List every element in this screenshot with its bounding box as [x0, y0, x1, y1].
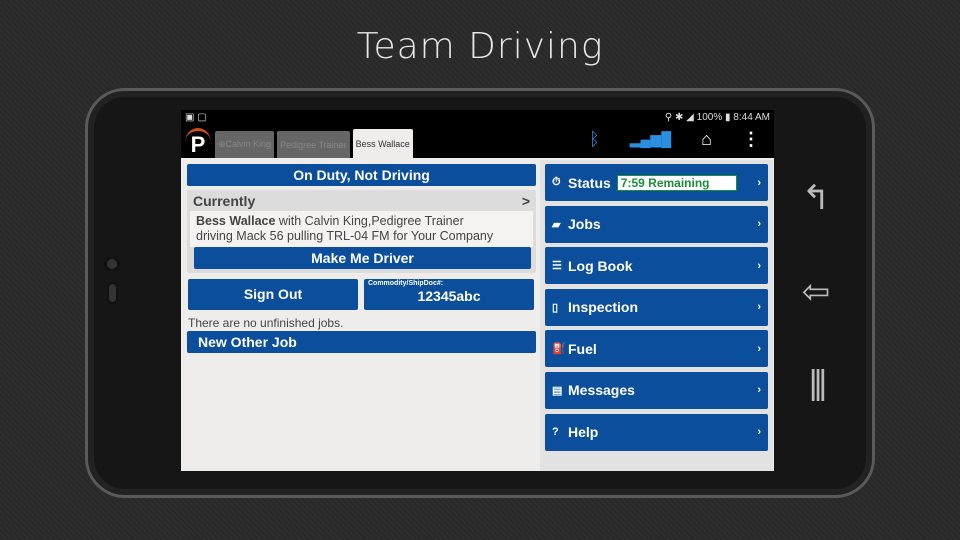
menu-messages[interactable]: ▤ Messages › [545, 371, 768, 409]
app-bar: P ⊕Calvin King Pedigree Trainer Bess Wal… [181, 125, 774, 158]
app-screen: ▣ ▢ ⚲ ✱ ◢ 100% ▮ 8:44 AM P ⊕Calvin King … [181, 110, 774, 471]
back-button-icon[interactable]: ⇦ [797, 272, 835, 312]
chevron-right-icon: › [757, 301, 761, 314]
right-menu: ⏱ Status 7:59 Remaining › ▰ Jobs › ☰ Log Book ›… [540, 160, 773, 471]
driver-info-text: with Calvin King,Pedigree Trainer [275, 214, 464, 228]
driver-info: Bess Wallace with Calvin King,Pedigree T… [190, 211, 533, 247]
tab-pedigree-trainer[interactable]: Pedigree Trainer [277, 131, 350, 158]
clock: 8:44 AM [733, 112, 770, 123]
tab-bess-wallace[interactable]: Bess Wallace [352, 129, 413, 158]
chevron-right-icon: › [757, 176, 761, 189]
menu-label: Messages [568, 382, 635, 399]
commodity-field[interactable]: Commodity/ShipDoc#: 12345abc [364, 279, 534, 310]
app-logo: P [185, 128, 211, 157]
menu-label: Inspection [568, 299, 639, 316]
tab-calvin-king[interactable]: ⊕Calvin King [215, 131, 275, 158]
briefcase-icon: ▰ [552, 218, 561, 231]
timer-icon: ⏱ [552, 176, 561, 188]
menu-fuel[interactable]: ⛽ Fuel › [545, 330, 768, 368]
menu-label: Status [568, 174, 611, 191]
currently-label: Currently [193, 193, 256, 209]
chevron-right-icon: › [757, 384, 761, 397]
list-icon: ☰ [552, 260, 562, 273]
home-icon[interactable]: ⌂ [701, 129, 712, 150]
recent-apps-icon[interactable]: ||| [797, 364, 835, 403]
help-icon: ? [552, 426, 559, 439]
bluetooth-icon[interactable]: ᛒ [589, 129, 600, 150]
driver-name: Bess Wallace [196, 214, 276, 228]
make-me-driver-button[interactable]: Make Me Driver [194, 247, 531, 269]
chevron-right-icon: > [521, 193, 530, 209]
menu-jobs[interactable]: ▰ Jobs › [545, 205, 768, 243]
menu-status[interactable]: ⏱ Status 7:59 Remaining › [545, 164, 768, 201]
new-other-job-button[interactable]: New Other Job [187, 331, 536, 353]
back-arrow-icon[interactable]: ↰ [797, 178, 835, 218]
signal-strength-icon: ▂▄▆█ [629, 131, 672, 147]
duty-status-button[interactable]: On Duty, Not Driving [187, 164, 536, 186]
signal-icons: ⚲ ✱ ◢ [664, 112, 697, 123]
menu-label: Jobs [568, 216, 601, 233]
commodity-label: Commodity/ShipDoc#: [368, 280, 444, 287]
fuel-pump-icon: ⛽ [552, 343, 566, 356]
battery-level: 100% [696, 112, 723, 123]
no-jobs-text: There are no unfinished jobs. [188, 316, 344, 330]
sign-out-button[interactable]: Sign Out [188, 279, 358, 310]
menu-help[interactable]: ? Help › [545, 413, 768, 451]
menu-log-book[interactable]: ☰ Log Book › [545, 247, 768, 285]
menu-label: Log Book [568, 257, 633, 274]
more-menu-icon[interactable]: ⋮ [742, 129, 760, 150]
commodity-value: 12345abc [417, 288, 481, 304]
menu-inspection[interactable]: ▯ Inspection › [545, 288, 768, 326]
chevron-right-icon: › [757, 426, 761, 439]
camera-icon [104, 256, 120, 272]
chevron-right-icon: › [757, 218, 761, 231]
menu-label: Fuel [568, 340, 597, 357]
chevron-right-icon: › [757, 259, 761, 272]
remaining-time: 7:59 Remaining [616, 174, 737, 191]
slide-title: Team Driving [356, 26, 604, 67]
status-bar: ▣ ▢ ⚲ ✱ ◢ 100% ▮ 8:44 AM [181, 110, 774, 125]
notification-icons: ▣ ▢ [185, 112, 207, 123]
chevron-right-icon: › [757, 342, 761, 355]
clipboard-icon: ▯ [552, 301, 559, 314]
sensor-icon [107, 282, 118, 304]
menu-label: Help [568, 424, 599, 441]
message-icon: ▤ [552, 384, 563, 397]
currently-card[interactable]: Currently > Bess Wallace with Calvin King… [187, 190, 536, 273]
driver-info-line2: driving Mack 56 pulling TRL-04 FM for Yo… [196, 229, 494, 243]
left-panel: On Duty, Not Driving Currently > Bess Wal… [185, 160, 538, 354]
